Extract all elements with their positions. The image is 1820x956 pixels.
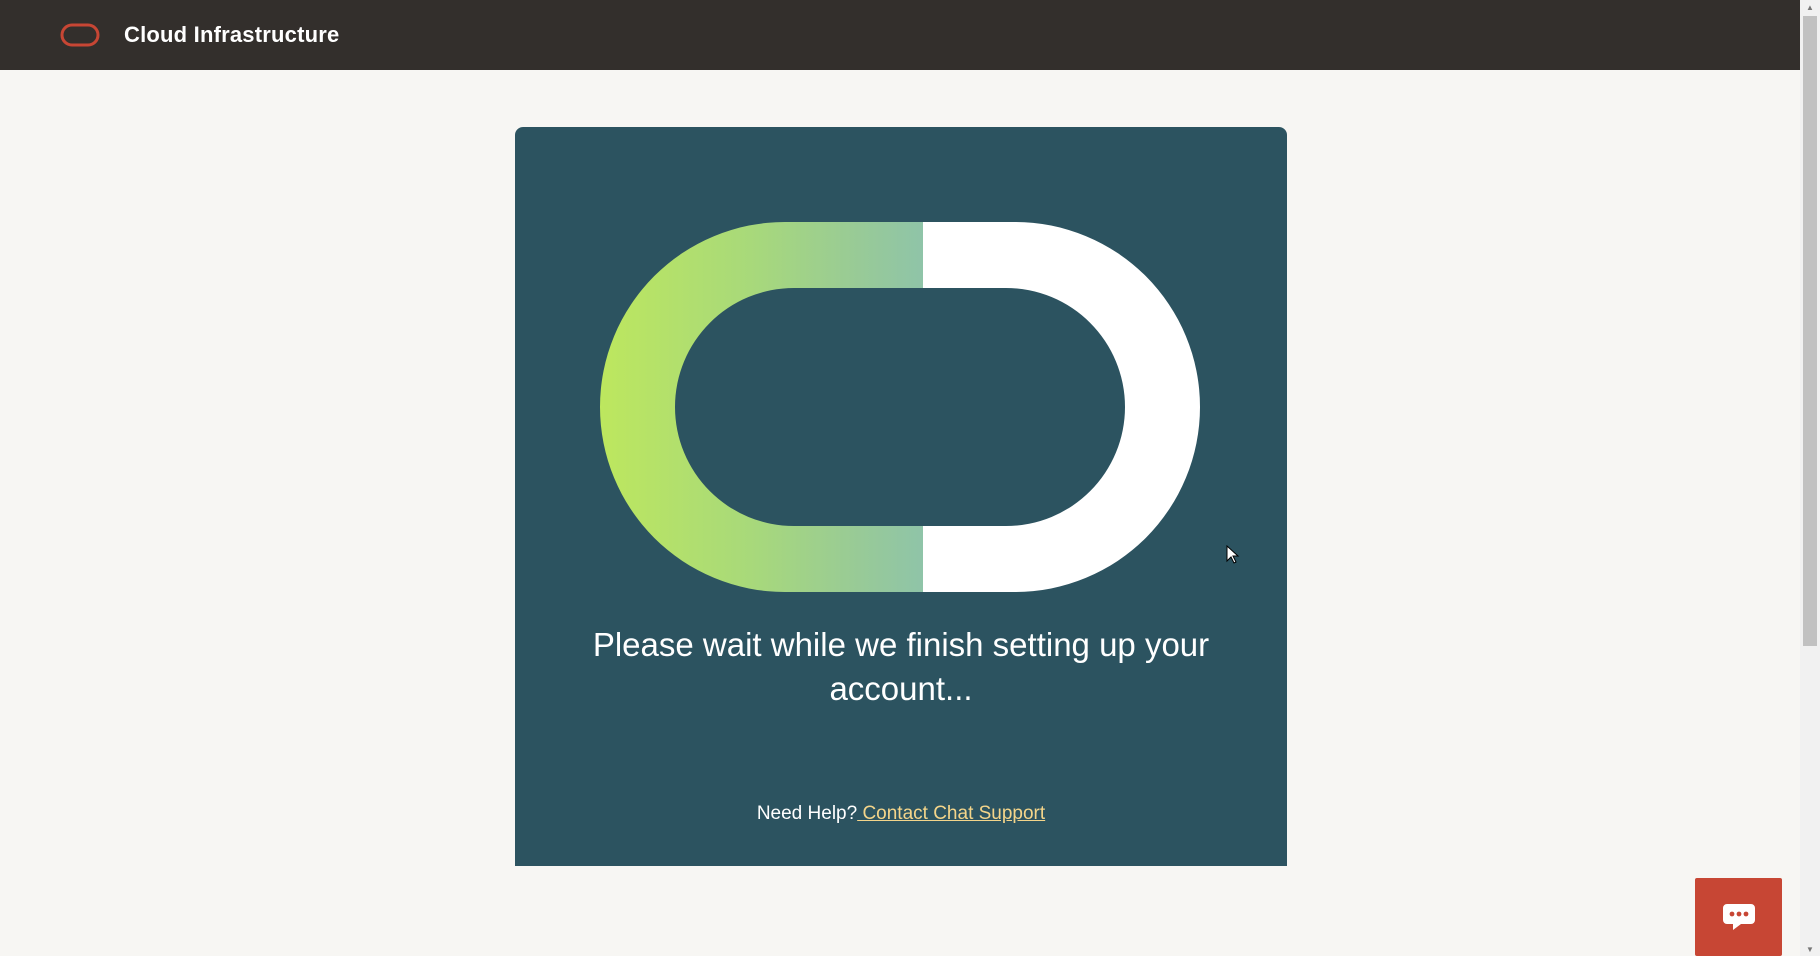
scroll-up-icon[interactable]: ▲: [1800, 0, 1820, 14]
need-help-label: Need Help?: [756, 803, 858, 824]
vertical-scrollbar[interactable]: ▲ ▼: [1800, 0, 1820, 956]
scroll-thumb[interactable]: [1803, 16, 1817, 646]
scroll-down-icon[interactable]: ▼: [1800, 942, 1820, 956]
chat-button[interactable]: [1695, 878, 1782, 956]
top-navigation-bar: Cloud Infrastructure: [0, 0, 1800, 70]
loading-ring-icon: [600, 222, 1200, 592]
setup-progress-card: Please wait while we finish setting up y…: [515, 127, 1287, 866]
chat-bubble-icon: [1722, 904, 1755, 930]
mouse-cursor-icon: [1226, 545, 1240, 564]
contact-chat-support-link[interactable]: Contact Chat Support: [857, 803, 1045, 824]
setup-status-message: Please wait while we finish setting up y…: [592, 626, 1210, 707]
oracle-logo-icon[interactable]: [60, 23, 100, 47]
help-line: Need Help? Contact Chat Support: [515, 803, 1287, 825]
page-title: Cloud Infrastructure: [124, 22, 340, 47]
